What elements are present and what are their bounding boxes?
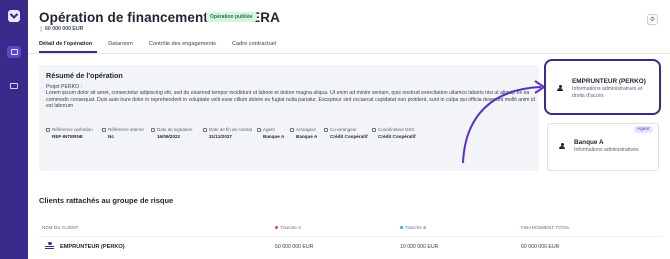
nav-operations-icon[interactable] bbox=[7, 46, 21, 58]
meta-label: Coordinateur ESG bbox=[378, 127, 415, 132]
client-tranche-b: 10 000 000 EUR bbox=[400, 244, 439, 250]
user-icon bbox=[372, 127, 376, 132]
gear-icon[interactable]: ⚙ bbox=[647, 14, 658, 25]
tranche-b-label: Tranche B bbox=[405, 225, 427, 230]
tag-icon bbox=[102, 127, 106, 132]
app-logo-icon[interactable] bbox=[8, 10, 20, 22]
meta-label: Date de signature bbox=[157, 127, 193, 132]
agent-name: Banque A bbox=[574, 139, 604, 146]
meta-label: Agent bbox=[263, 127, 275, 132]
meta-value: Banque A bbox=[296, 134, 318, 139]
column-header-tranche-b: Tranche B bbox=[400, 225, 426, 230]
calendar-icon bbox=[203, 127, 207, 132]
tab-contract[interactable]: Cadre contractuel bbox=[232, 39, 276, 53]
meta-value: 31/12/2027 bbox=[209, 134, 232, 139]
meta-co-arranger: Co-arrangeur Crédit Coopératif bbox=[324, 127, 368, 139]
app-sidebar bbox=[0, 0, 28, 259]
meta-label: Arrangeur bbox=[296, 127, 317, 132]
meta-value: REF-INTERNE bbox=[52, 134, 83, 139]
meta-esg-coordinator: Coordinateur ESG Crédit Coopératif bbox=[372, 127, 416, 139]
meta-ref-internal: Référence interne Nc bbox=[102, 127, 144, 139]
meta-signature-date: Date de signature 16/09/2022 bbox=[151, 127, 193, 139]
clients-section-title: Clients rattachés au groupe de risque bbox=[39, 196, 174, 205]
borrower-name: EMPRUNTEUR (PERKO) bbox=[572, 78, 646, 85]
meta-ref-operation: Référence opération REF-INTERNE bbox=[46, 127, 93, 139]
meta-arranger: Arrangeur Banque A bbox=[290, 127, 317, 139]
client-tranche-a: 50 000 000 EUR bbox=[275, 244, 314, 250]
status-badge: Opération publiée bbox=[206, 12, 257, 22]
meta-value: Banque A bbox=[263, 134, 285, 139]
amount-value: 60 000 000 EUR bbox=[45, 26, 84, 32]
bank-icon bbox=[45, 242, 54, 251]
agent-badge: Agent bbox=[634, 126, 653, 133]
tranche-a-dot bbox=[275, 225, 278, 229]
user-icon bbox=[324, 127, 328, 132]
operation-amount: 60 000 000 EUR bbox=[40, 26, 83, 32]
column-header-tranche-a: Tranche A bbox=[275, 225, 301, 230]
main-content: Opération de financement BARBERA Opérati… bbox=[28, 0, 670, 259]
tranche-b-dot bbox=[400, 225, 403, 229]
client-total: 60 000 000 EUR bbox=[521, 244, 560, 250]
borrower-card[interactable]: EMPRUNTEUR (PERKO) Informations administ… bbox=[544, 59, 661, 115]
gear-icon bbox=[257, 127, 261, 132]
tab-dataroom[interactable]: Dataroom bbox=[108, 39, 133, 53]
amount-marker bbox=[40, 26, 42, 32]
nav-documentation-icon[interactable] bbox=[7, 80, 21, 92]
tag-icon bbox=[46, 127, 50, 132]
calendar-icon bbox=[151, 127, 155, 132]
borrower-subtitle: Informations administratives et droits d… bbox=[572, 86, 643, 99]
meta-agent: Agent Banque A bbox=[257, 127, 284, 139]
column-header-client: NOM DU CLIENT bbox=[42, 225, 79, 230]
agent-subtitle: Informations administratives bbox=[574, 147, 639, 153]
user-icon bbox=[290, 127, 294, 132]
meta-end-date: Date de fin de contrat 31/12/2027 bbox=[203, 127, 252, 139]
meta-value: Nc bbox=[108, 134, 114, 139]
meta-value: Crédit Coopératif bbox=[330, 134, 368, 139]
tab-commitments[interactable]: Contrôle des engagements bbox=[149, 39, 216, 53]
column-header-total: FINANCEMENT TOTAL bbox=[521, 225, 570, 230]
summary-title: Résumé de l'opération bbox=[46, 71, 123, 80]
meta-value: Crédit Coopératif bbox=[378, 134, 416, 139]
meta-value: 16/09/2022 bbox=[157, 134, 180, 139]
meta-label: Référence opération bbox=[52, 127, 93, 132]
meta-label: Référence interne bbox=[108, 127, 144, 132]
meta-label: Co-arrangeur bbox=[330, 127, 357, 132]
client-name[interactable]: EMPRUNTEUR (PERKO) bbox=[60, 244, 125, 250]
table-header-divider bbox=[39, 236, 661, 237]
user-icon bbox=[557, 85, 563, 92]
tabs-divider bbox=[28, 53, 670, 54]
tranche-a-label: Tranche A bbox=[280, 225, 302, 230]
meta-label: Date de fin de contrat bbox=[209, 127, 253, 132]
user-icon bbox=[559, 143, 565, 150]
